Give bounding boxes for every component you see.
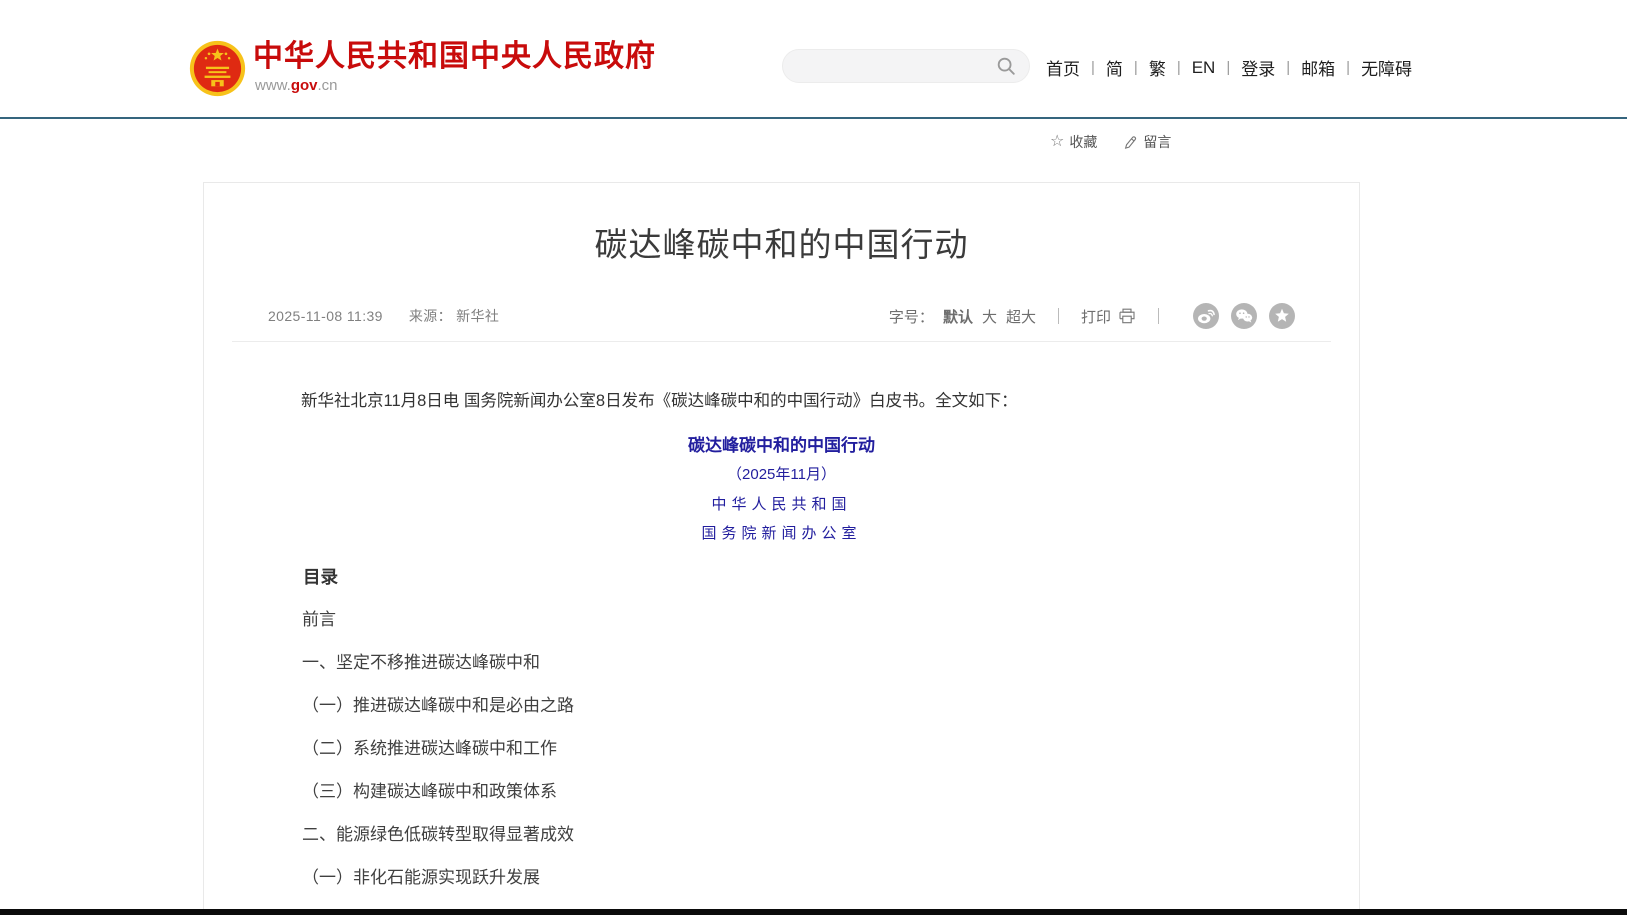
toc-item-2-1: （一）非化石能源实现跃升发展 (268, 866, 1295, 890)
wechat-icon[interactable] (1231, 303, 1257, 329)
toc-item-1-1: （一）推进碳达峰碳中和是必由之路 (268, 694, 1295, 718)
nav-separator: | (1346, 59, 1350, 76)
nav-separator: | (1226, 59, 1230, 76)
nav-separator: | (1286, 59, 1290, 76)
site-url: www.gov.cn (255, 77, 656, 94)
article-title: 碳达峰碳中和的中国行动 (204, 223, 1359, 267)
font-size-xlarge[interactable]: 超大 (1006, 306, 1036, 327)
article-meta-right: 字号： 默认 大 超大 打印 (889, 303, 1295, 329)
nav-english[interactable]: EN (1192, 58, 1216, 78)
weibo-icon[interactable] (1193, 303, 1219, 329)
doc-date: （2025年11月） (268, 464, 1295, 486)
toc-item-preface: 前言 (268, 608, 1295, 632)
article-intro: 新华社北京11月8日电 国务院新闻办公室8日发布《碳达峰碳中和的中国行动》白皮书… (268, 389, 1295, 413)
article-body: 新华社北京11月8日电 国务院新闻办公室8日发布《碳达峰碳中和的中国行动》白皮书… (204, 389, 1359, 890)
viewport-bottom-edge (0, 909, 1627, 915)
source-label: 来源： (409, 306, 452, 326)
star-circle-icon[interactable] (1269, 303, 1295, 329)
article-toolbar: ☆ 收藏 留言 (1050, 132, 1171, 152)
site-header: 中华人民共和国中央人民政府 www.gov.cn 首页 | 简 | 繁 | EN | 登… (0, 0, 1627, 119)
toc-item-1: 一、坚定不移推进碳达峰碳中和 (268, 651, 1295, 675)
nav-separator: | (1177, 59, 1181, 76)
nav-login[interactable]: 登录 (1241, 55, 1275, 80)
url-www: www. (255, 77, 291, 94)
font-size-large[interactable]: 大 (982, 306, 997, 327)
font-size-default[interactable]: 默认 (943, 306, 973, 327)
pencil-icon (1123, 135, 1138, 150)
doc-author-line1: 中华人民共和国 (268, 493, 1295, 515)
site-logo[interactable]: 中华人民共和国中央人民政府 www.gov.cn (189, 40, 656, 97)
font-size-label: 字号： (889, 306, 934, 327)
print-button[interactable]: 打印 (1081, 306, 1111, 327)
publish-date: 2025-11-08 11:39 (268, 308, 383, 324)
nav-traditional[interactable]: 繁 (1149, 55, 1166, 80)
site-title: 中华人民共和国中央人民政府 (253, 40, 656, 74)
national-emblem-icon (189, 40, 246, 97)
meta-separator (1158, 308, 1159, 324)
favorite-label: 收藏 (1069, 132, 1097, 152)
page: 中华人民共和国中央人民政府 www.gov.cn 首页 | 简 | 繁 | EN | 登… (0, 0, 1627, 915)
meta-divider (232, 341, 1331, 342)
doc-author-line2: 国务院新闻办公室 (268, 522, 1295, 544)
message-label: 留言 (1143, 132, 1171, 152)
url-gov: gov (291, 77, 318, 94)
favorite-button[interactable]: ☆ 收藏 (1050, 132, 1097, 152)
nav-home[interactable]: 首页 (1046, 55, 1080, 80)
toc-item-1-3: （三）构建碳达峰碳中和政策体系 (268, 780, 1295, 804)
search-box[interactable] (782, 49, 1030, 83)
logo-text: 中华人民共和国中央人民政府 www.gov.cn (253, 40, 656, 94)
printer-icon[interactable] (1118, 308, 1136, 324)
nav-accessibility[interactable]: 无障碍 (1361, 55, 1412, 80)
nav-separator: | (1091, 59, 1095, 76)
article-meta-left: 2025-11-08 11:39 来源： 新华社 (268, 306, 499, 326)
toc-heading: 目录 (268, 565, 1295, 589)
message-button[interactable]: 留言 (1123, 132, 1171, 152)
nav-simplified[interactable]: 简 (1106, 55, 1123, 80)
toc-item-1-2: （二）系统推进碳达峰碳中和工作 (268, 737, 1295, 761)
article-meta: 2025-11-08 11:39 来源： 新华社 字号： 默认 大 超大 打印 (268, 303, 1295, 329)
toc-item-2: 二、能源绿色低碳转型取得显著成效 (268, 823, 1295, 847)
nav-separator: | (1134, 59, 1138, 76)
url-cn: .cn (318, 77, 338, 94)
star-icon: ☆ (1050, 134, 1064, 150)
doc-title: 碳达峰碳中和的中国行动 (268, 435, 1295, 457)
article-card: 碳达峰碳中和的中国行动 2025-11-08 11:39 来源： 新华社 字号：… (203, 182, 1360, 915)
nav-mail[interactable]: 邮箱 (1301, 55, 1335, 80)
search-input[interactable] (783, 50, 995, 82)
meta-separator (1058, 308, 1059, 324)
top-nav: 首页 | 简 | 繁 | EN | 登录 | 邮箱 | 无障碍 (1046, 55, 1412, 80)
search-icon[interactable] (995, 55, 1017, 77)
source-value: 新华社 (456, 306, 499, 326)
